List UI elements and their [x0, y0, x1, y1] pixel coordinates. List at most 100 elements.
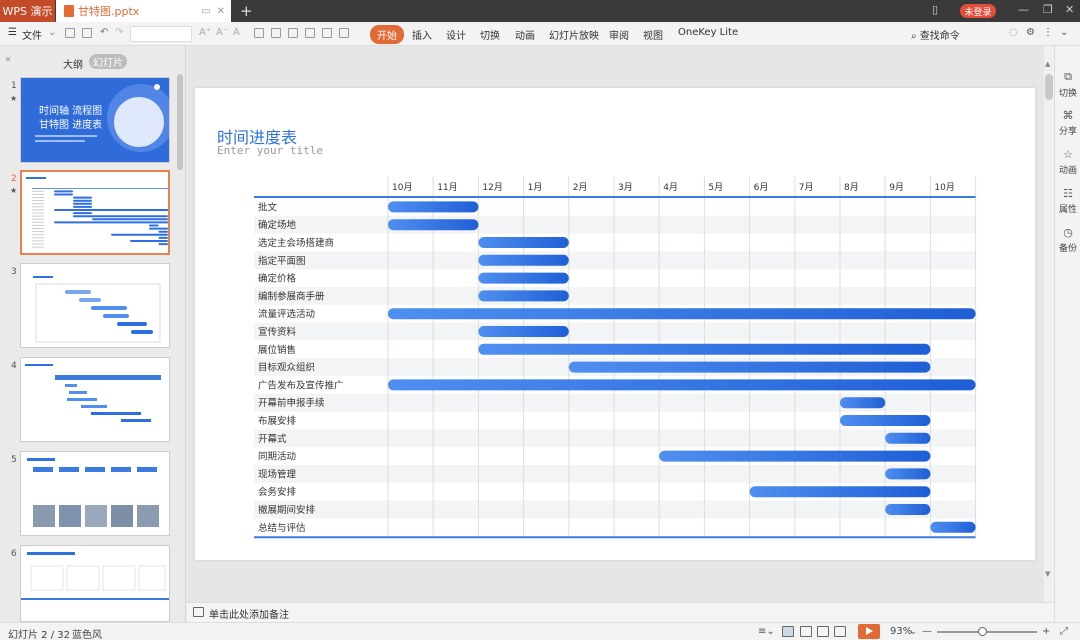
- theme-name[interactable]: 蓝色风: [72, 626, 102, 640]
- save-icon[interactable]: [82, 28, 92, 38]
- current-slide[interactable]: 时间进度表 Enter your title 10月 11月 12月 1月 2月 3月 4月…: [195, 88, 1035, 560]
- normal-view-icon[interactable]: [782, 626, 794, 637]
- slide-thumbnail-2[interactable]: [20, 170, 170, 255]
- presenter-view-icon[interactable]: [834, 626, 846, 637]
- canvas-scrollbar[interactable]: ▲ ▼: [1044, 46, 1054, 602]
- monitor-icon[interactable]: ▭: [201, 6, 210, 17]
- undo-icon[interactable]: ↶: [100, 27, 108, 38]
- scroll-up-icon[interactable]: ▲: [1045, 60, 1050, 68]
- gantt-task-bar: [749, 486, 931, 498]
- tab-transition[interactable]: 切换: [480, 27, 500, 42]
- gantt-month-label: 10月: [934, 182, 954, 193]
- collapse-ribbon-icon[interactable]: ⌄: [1060, 27, 1068, 38]
- transition-pane-button[interactable]: ⧉ 切换: [1055, 70, 1080, 99]
- tab-slides[interactable]: 幻灯片: [89, 54, 127, 69]
- tab-onekey[interactable]: OneKey Lite: [678, 27, 738, 38]
- slide-thumbnail-1[interactable]: 时间轴 流程图 甘特图 进度表: [20, 77, 170, 163]
- properties-icon: ☷: [1063, 187, 1073, 200]
- slide-thumbnail-3[interactable]: [20, 263, 170, 348]
- shrink-font-icon[interactable]: A⁻: [216, 27, 228, 38]
- slide-number: 4: [11, 361, 17, 371]
- paragraph-icon[interactable]: [305, 28, 315, 38]
- more-icon[interactable]: ⋮: [1043, 27, 1053, 38]
- gantt-task-bar: [478, 326, 569, 337]
- share-pane-button[interactable]: ⌘ 分享: [1055, 109, 1080, 137]
- minimize-icon[interactable]: —: [1018, 3, 1029, 16]
- gantt-task-label: 确定场地: [258, 219, 297, 231]
- scroll-thumb[interactable]: [1045, 74, 1053, 100]
- zoom-in-icon[interactable]: +: [1042, 626, 1050, 637]
- properties-label: 属性: [1058, 205, 1077, 215]
- collapse-panel-icon[interactable]: «: [5, 54, 11, 65]
- thumb-bar: [54, 193, 73, 196]
- gantt-month-label: 12月: [482, 182, 502, 193]
- gantt-month-label: 8月: [844, 182, 859, 193]
- settings-icon[interactable]: ⚙: [1026, 27, 1035, 38]
- tab-design[interactable]: 设计: [446, 27, 466, 42]
- document-tab[interactable]: 甘特图.pptx ▭ ✕: [56, 0, 231, 22]
- status-bar: 幻灯片 2 / 32 蓝色风 ≡⌄ 93% ⌄ — + ⤢: [0, 622, 1080, 640]
- tab-animation[interactable]: 动画: [515, 27, 535, 42]
- file-chevron-icon[interactable]: ⌄: [48, 27, 56, 38]
- thumb-bar: [158, 243, 168, 246]
- command-search[interactable]: ⌕ 查找命令: [911, 27, 960, 42]
- notes-bar[interactable]: 单击此处添加备注: [187, 602, 1054, 622]
- clear-format-icon[interactable]: [271, 28, 281, 38]
- open-icon[interactable]: [65, 28, 75, 38]
- gantt-task-bar: [478, 343, 931, 355]
- gantt-row-band: [254, 429, 976, 448]
- panel-scrollbar[interactable]: [177, 74, 183, 170]
- text-box-icon[interactable]: [322, 28, 332, 38]
- thumb-bar: [111, 233, 168, 236]
- slide-6-preview: [21, 552, 169, 600]
- device-icon[interactable]: ▯: [932, 3, 938, 16]
- play-slideshow-button[interactable]: [858, 624, 880, 639]
- comment-icon[interactable]: ◌: [1009, 27, 1018, 38]
- scroll-down-icon[interactable]: ▼: [1045, 570, 1050, 578]
- close-window-icon[interactable]: ✕: [1065, 3, 1074, 16]
- slide-sorter-icon[interactable]: [800, 626, 812, 637]
- login-label: 未登录: [964, 7, 992, 18]
- tab-view[interactable]: 视图: [643, 27, 663, 42]
- gantt-task-bar: [478, 237, 569, 248]
- tab-insert[interactable]: 插入: [412, 27, 432, 42]
- font-size-field[interactable]: [130, 26, 192, 42]
- restore-icon[interactable]: ❐: [1043, 3, 1053, 16]
- gantt-row-band: [254, 215, 976, 234]
- format-painter-icon[interactable]: [254, 28, 264, 38]
- login-button[interactable]: 未登录: [960, 4, 996, 18]
- arrange-icon[interactable]: [339, 28, 349, 38]
- tab-review[interactable]: 审阅: [609, 27, 629, 42]
- grow-font-icon[interactable]: A⁺: [199, 27, 211, 38]
- gantt-task-label: 确定价格: [258, 273, 297, 285]
- zoom-dropdown-icon[interactable]: ⌄: [909, 626, 917, 637]
- tab-slideshow[interactable]: 幻灯片放映: [549, 27, 599, 42]
- reading-view-icon[interactable]: [817, 626, 829, 637]
- slide-thumbnail-4[interactable]: [20, 357, 170, 442]
- align-icon[interactable]: ≡⌄: [758, 626, 775, 637]
- close-tab-icon[interactable]: ✕: [217, 6, 225, 17]
- redo-icon[interactable]: ↷: [115, 27, 123, 38]
- slide-3-preview: [33, 276, 161, 343]
- thumb-label-line: [32, 218, 44, 220]
- thumb-bar: [73, 202, 92, 205]
- properties-pane-button[interactable]: ☷ 属性: [1055, 187, 1080, 215]
- tab-home[interactable]: 开始: [370, 25, 404, 44]
- app-tab[interactable]: WPS 演示: [0, 0, 55, 22]
- animation-pane-button[interactable]: ☆ 动画: [1055, 148, 1080, 176]
- font-color-icon[interactable]: A: [233, 27, 240, 38]
- new-tab-icon[interactable]: +: [240, 2, 253, 20]
- backup-pane-button[interactable]: ◷ 备份: [1055, 226, 1080, 254]
- bullet-list-icon[interactable]: [288, 28, 298, 38]
- slide-thumbnail-5[interactable]: [20, 451, 170, 536]
- zoom-out-icon[interactable]: —: [922, 626, 932, 637]
- thumb-label-line: [32, 215, 44, 217]
- fit-window-icon[interactable]: ⤢: [1060, 626, 1068, 637]
- notes-placeholder[interactable]: 单击此处添加备注: [209, 606, 289, 621]
- zoom-slider[interactable]: [937, 631, 1037, 633]
- menu-icon[interactable]: ☰: [8, 27, 17, 38]
- file-menu-button[interactable]: 文件: [22, 27, 42, 42]
- tab-outline[interactable]: 大纲: [63, 56, 83, 71]
- slide-thumbnail-6[interactable]: [20, 545, 170, 622]
- zoom-slider-handle[interactable]: [978, 627, 987, 636]
